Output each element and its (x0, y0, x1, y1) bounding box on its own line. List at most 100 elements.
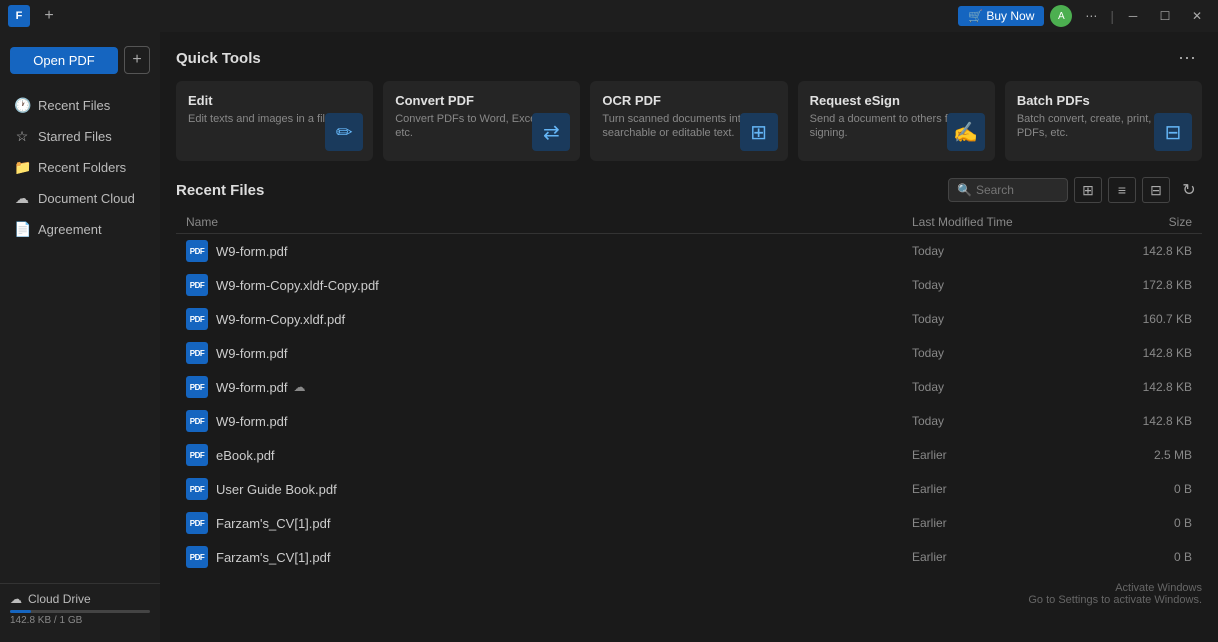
nav-icon-starred-files: ☆ (14, 128, 30, 145)
file-name: W9-form.pdf (216, 346, 912, 361)
file-modified: Earlier (912, 550, 1092, 564)
file-size: 172.8 KB (1092, 278, 1192, 292)
sidebar-item-recent-files[interactable]: 🕐 Recent Files (0, 90, 160, 121)
tool-card-convert-pdf[interactable]: Convert PDF Convert PDFs to Word, Excel,… (383, 81, 580, 161)
file-list-header: Name Last Modified Time Size (176, 211, 1202, 234)
tool-icon-ocr-pdf: ⊞ (740, 113, 778, 151)
refresh-button[interactable]: ↻ (1176, 177, 1202, 203)
sidebar-item-starred-files[interactable]: ☆ Starred Files (0, 121, 160, 152)
sidebar-item-recent-folders[interactable]: 📁 Recent Folders (0, 152, 160, 183)
activation-desc: Go to Settings to activate Windows. (1028, 594, 1202, 606)
buy-now-button[interactable]: 🛒 Buy Now (958, 6, 1044, 26)
app-icon: F (8, 5, 30, 27)
new-tab-button[interactable]: + (38, 5, 60, 27)
main-layout: Open PDF + 🕐 Recent Files ☆ Starred Files 📁 R… (0, 32, 1218, 642)
tool-card-request-esign[interactable]: Request eSign Send a document to others … (798, 81, 995, 161)
file-modified: Earlier (912, 448, 1092, 462)
recent-files-title: Recent Files (176, 182, 264, 199)
tool-title-convert-pdf: Convert PDF (395, 93, 568, 108)
close-button[interactable]: ✕ (1184, 5, 1210, 27)
file-size: 142.8 KB (1092, 380, 1192, 394)
file-name: W9-form.pdf (216, 244, 912, 259)
storage-bar (10, 610, 150, 613)
file-size: 2.5 MB (1092, 448, 1192, 462)
tool-icon-area-request-esign: ✍ (947, 113, 985, 151)
quick-tools-grid: Edit Edit texts and images in a file. ✏ … (176, 81, 1202, 161)
file-icon: PDF (186, 444, 208, 466)
file-icon: PDF (186, 308, 208, 330)
table-row[interactable]: PDF W9-form-Copy.xldf-Copy.pdf Today 172… (176, 268, 1202, 302)
file-icon: PDF (186, 512, 208, 534)
file-name: User Guide Book.pdf (216, 482, 912, 497)
nav-label-document-cloud: Document Cloud (38, 191, 135, 206)
table-row[interactable]: PDF W9-form.pdf Today 142.8 KB (176, 404, 1202, 438)
nav-label-starred-files: Starred Files (38, 129, 112, 144)
table-row[interactable]: PDF W9-form.pdf ☁ Today 142.8 KB (176, 370, 1202, 404)
file-modified: Today (912, 312, 1092, 326)
maximize-button[interactable]: ☐ (1152, 5, 1178, 27)
search-box[interactable]: 🔍 (948, 178, 1068, 202)
list-view-button[interactable]: ≡ (1108, 177, 1136, 203)
table-row[interactable]: PDF Farzam's_CV[1].pdf Earlier 0 B (176, 540, 1202, 574)
tool-icon-area-convert-pdf: ⇄ (532, 113, 570, 151)
storage-fill (10, 610, 31, 613)
table-row[interactable]: PDF W9-form.pdf Today 142.8 KB (176, 336, 1202, 370)
tool-card-edit[interactable]: Edit Edit texts and images in a file. ✏ (176, 81, 373, 161)
minimize-button[interactable]: ─ (1120, 5, 1146, 27)
file-icon: PDF (186, 240, 208, 262)
table-row[interactable]: PDF Farzam's_CV[1].pdf Earlier 0 B (176, 506, 1202, 540)
sidebar-top: Open PDF + (0, 40, 160, 80)
file-name: eBook.pdf (216, 448, 912, 463)
table-row[interactable]: PDF W9-form-Copy.xldf.pdf Today 160.7 KB (176, 302, 1202, 336)
quick-tools-more-button[interactable]: ⋯ (1172, 46, 1202, 71)
sidebar-item-document-cloud[interactable]: ☁Document Cloud (0, 183, 160, 214)
tool-card-ocr-pdf[interactable]: OCR PDF Turn scanned documents into sear… (590, 81, 787, 161)
file-modified: Earlier (912, 516, 1092, 530)
file-modified: Today (912, 244, 1092, 258)
cloud-sync-icon: ☁ (294, 380, 306, 394)
file-modified: Today (912, 380, 1092, 394)
nav-label-recent-files: Recent Files (38, 98, 110, 113)
search-input[interactable] (976, 183, 1059, 197)
tool-icon-area-edit: ✏ (325, 113, 363, 151)
file-name: W9-form.pdf (216, 414, 912, 429)
sidebar-item-agreement[interactable]: 📄Agreement (0, 214, 160, 245)
toolbar-right: 🔍 ⊞ ≡ ⊟ ↻ (948, 177, 1202, 203)
file-modified: Today (912, 278, 1092, 292)
quick-tools-header: Quick Tools ⋯ (176, 32, 1202, 81)
tool-title-request-esign: Request eSign (810, 93, 983, 108)
file-size: 0 B (1092, 550, 1192, 564)
storage-text: 142.8 KB / 1 GB (10, 615, 150, 626)
file-size: 0 B (1092, 482, 1192, 496)
nav-label-agreement: Agreement (38, 222, 102, 237)
activation-title: Activate Windows (1028, 582, 1202, 594)
col-size-header: Size (1092, 215, 1192, 229)
title-bar-left: F + (8, 5, 60, 27)
sidebar: Open PDF + 🕐 Recent Files ☆ Starred Files 📁 R… (0, 32, 160, 642)
activation-notice: Activate Windows Go to Settings to activ… (1028, 582, 1202, 606)
file-size: 142.8 KB (1092, 244, 1192, 258)
tool-icon-area-ocr-pdf: ⊞ (740, 113, 778, 151)
nav-icon-recent-files: 🕐 (14, 97, 30, 114)
file-modified: Today (912, 346, 1092, 360)
add-button[interactable]: + (124, 46, 150, 74)
search-icon: 🔍 (957, 183, 972, 197)
table-row[interactable]: PDF eBook.pdf Earlier 2.5 MB (176, 438, 1202, 472)
col-name-header: Name (186, 215, 912, 229)
details-view-button[interactable]: ⊟ (1142, 177, 1170, 203)
grid-view-button[interactable]: ⊞ (1074, 177, 1102, 203)
cloud-drive-icon: ☁ (10, 592, 22, 606)
open-pdf-button[interactable]: Open PDF (10, 47, 118, 74)
title-bar: F + 🛒 Buy Now A ⋯ | ─ ☐ ✕ (0, 0, 1218, 32)
file-name: Farzam's_CV[1].pdf (216, 516, 912, 531)
table-row[interactable]: PDF User Guide Book.pdf Earlier 0 B (176, 472, 1202, 506)
file-icon: PDF (186, 376, 208, 398)
cloud-drive-row[interactable]: ☁ Cloud Drive (10, 592, 150, 606)
menu-button[interactable]: ⋯ (1078, 5, 1104, 27)
tool-card-batch-pdfs[interactable]: Batch PDFs Batch convert, create, print,… (1005, 81, 1202, 161)
table-row[interactable]: PDF W9-form.pdf Today 142.8 KB (176, 234, 1202, 268)
nav-label-recent-folders: Recent Folders (38, 160, 126, 175)
tool-title-batch-pdfs: Batch PDFs (1017, 93, 1190, 108)
nav-icon-recent-folders: 📁 (14, 159, 30, 176)
avatar[interactable]: A (1050, 5, 1072, 27)
